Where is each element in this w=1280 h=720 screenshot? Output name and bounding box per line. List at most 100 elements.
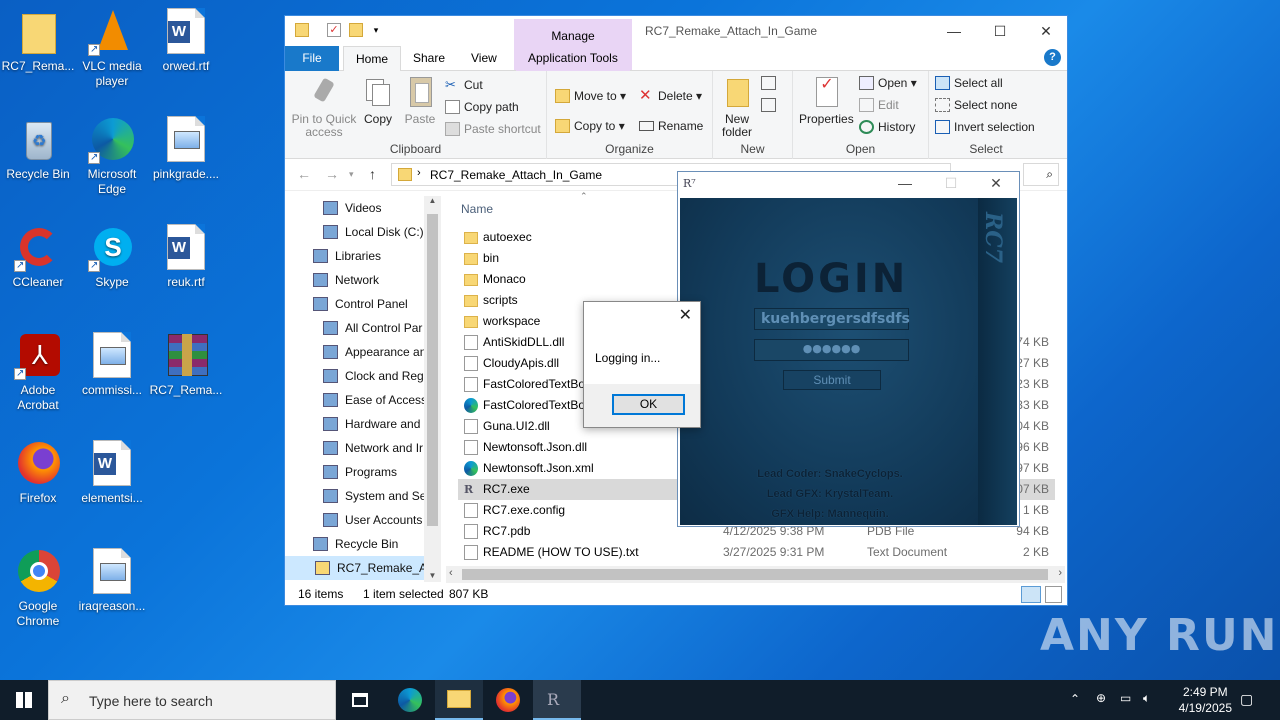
desktop-icon-pinkgrade[interactable]: pinkgrade.... (148, 116, 224, 182)
desktop-icon-ccleaner[interactable]: CCleaner (0, 224, 76, 290)
scroll-right-icon[interactable]: › (1058, 567, 1062, 579)
customize-quick-access-icon[interactable]: ▾ (369, 23, 383, 37)
nav-item[interactable]: Libraries (285, 244, 424, 268)
clock[interactable]: 2:49 PM 4/19/2025 (1179, 684, 1232, 716)
new-folder-quick-icon[interactable] (349, 23, 363, 37)
up-icon[interactable]: ↑ (369, 166, 376, 182)
tab-home[interactable]: Home (343, 46, 402, 71)
tray-app-icon[interactable]: ⊕ (1096, 691, 1106, 705)
network-icon[interactable]: ▭ (1120, 691, 1131, 705)
taskbar-edge[interactable] (386, 680, 434, 720)
tab-view[interactable]: View (459, 46, 509, 71)
show-hidden-icons[interactable]: ⌃ (1070, 692, 1080, 706)
back-icon[interactable]: ← (297, 166, 311, 182)
nav-item[interactable]: Videos (285, 196, 424, 220)
pin-to-quick-access-button[interactable]: Pin to Quick access (289, 75, 359, 139)
scroll-up-icon[interactable]: ▲ (424, 196, 441, 205)
taskbar-search-box[interactable]: ⌕ Type here to search (48, 680, 336, 720)
column-header-name[interactable]: Name (461, 202, 493, 216)
recent-locations-icon[interactable]: ▾ (349, 169, 354, 180)
invert-selection-button[interactable]: Invert selection (935, 117, 1035, 137)
taskbar-file-explorer[interactable] (435, 680, 483, 720)
maximize-button[interactable]: ☐ (977, 16, 1023, 46)
desktop-icon-skype[interactable]: S Skype (74, 224, 150, 290)
rc7-minimize-button[interactable]: — (890, 175, 920, 191)
submit-button[interactable]: Submit (783, 370, 881, 390)
close-button[interactable]: ✕ (1023, 16, 1069, 46)
desktop-icon-commissi[interactable]: commissi... (74, 332, 150, 398)
nav-item[interactable]: User Accounts (285, 508, 424, 532)
minimize-button[interactable]: — (931, 16, 977, 46)
open-button[interactable]: Open ▾ (859, 73, 917, 93)
edit-button[interactable]: Edit (859, 95, 899, 115)
desktop-icon-elementsi[interactable]: W elementsi... (74, 440, 150, 506)
large-icons-view-icon[interactable] (1045, 586, 1062, 603)
tab-application-tools[interactable]: Application Tools (516, 46, 630, 71)
nav-item[interactable]: Network (285, 268, 424, 292)
properties-button[interactable]: ✓ Properties (799, 75, 854, 126)
file-row[interactable]: README (HOW TO USE).txt 3/27/2025 9:31 PM… (458, 542, 1055, 563)
desktop-icon-orwed[interactable]: W orwed.rtf (148, 8, 224, 74)
nav-item[interactable]: Local Disk (C:) (285, 220, 424, 244)
paste-shortcut-button[interactable]: Paste shortcut (445, 119, 541, 139)
desktop-icon-rc7-folder[interactable]: RC7_Rema... (0, 8, 76, 74)
nav-scroll-thumb[interactable] (427, 214, 438, 526)
delete-button[interactable]: ✕ Delete ▾ (639, 86, 702, 106)
desktop-icon-microsoft-edge[interactable]: Microsoft Edge (74, 116, 150, 197)
cut-button-row[interactable]: ✂ Cut (445, 75, 483, 95)
copy-button[interactable]: Copy (361, 75, 395, 126)
tab-share[interactable]: Share (401, 46, 457, 71)
copy-to-button[interactable]: Copy to ▾ (555, 116, 625, 136)
desktop-icon-adobe-acrobat[interactable]: ⅄ Adobe Acrobat (0, 332, 76, 413)
select-all-button[interactable]: Select all (935, 73, 1003, 93)
rc7-close-button[interactable]: ✕ (981, 175, 1011, 192)
desktop-icon-vlc[interactable]: VLC media player (74, 8, 150, 89)
tab-file[interactable]: File (285, 46, 339, 71)
scroll-left-icon[interactable]: ‹ (449, 567, 453, 579)
nav-item[interactable]: Ease of Access (285, 388, 427, 412)
properties-quick-icon[interactable]: ✓ (327, 23, 341, 37)
move-to-button[interactable]: Move to ▾ (555, 86, 626, 106)
desktop-icon-firefox[interactable]: Firefox (0, 440, 76, 506)
nav-item[interactable]: Control Panel (285, 292, 424, 316)
paste-button[interactable]: Paste (401, 75, 439, 126)
taskbar-firefox[interactable] (484, 680, 532, 720)
notifications-icon[interactable]: ▢ (1240, 691, 1253, 708)
volume-icon[interactable]: 🔈︎ (1143, 691, 1150, 706)
nav-item[interactable]: Recycle Bin (285, 532, 424, 556)
search-input[interactable]: ⌕ (1023, 163, 1059, 186)
nav-item[interactable]: Hardware and (285, 412, 424, 436)
file-list-hscroll[interactable]: ‹ › (446, 566, 1065, 583)
desktop-icon-recycle-bin[interactable]: ♻ Recycle Bin (0, 116, 76, 182)
desktop-icon-google-chrome[interactable]: Google Chrome (0, 548, 76, 629)
nav-scrollbar[interactable]: ▲ ▼ (424, 196, 441, 582)
hscroll-thumb[interactable] (462, 569, 1048, 580)
scroll-down-icon[interactable]: ▼ (424, 571, 441, 580)
desktop-icon-iraqreason[interactable]: iraqreason... (74, 548, 150, 614)
help-icon[interactable]: ? (1044, 49, 1061, 66)
nav-item[interactable]: Programs (285, 460, 424, 484)
task-view-button[interactable] (336, 680, 384, 720)
dialog-close-button[interactable]: ✕ (679, 305, 692, 325)
forward-icon[interactable]: → (325, 166, 339, 182)
copy-path-button[interactable]: Copy path (445, 97, 519, 117)
nav-item[interactable]: Appearance an (285, 340, 426, 364)
ok-button[interactable]: OK (612, 394, 685, 415)
desktop-icon-rc7-archive[interactable]: RC7_Rema... (148, 332, 224, 398)
taskbar-rc7[interactable]: R (533, 680, 581, 720)
start-button[interactable] (0, 680, 48, 720)
details-view-icon[interactable] (1021, 586, 1041, 603)
nav-item[interactable]: RC7_Remake_At (285, 556, 430, 580)
history-button[interactable]: History (859, 117, 915, 137)
nav-item[interactable]: Network and Ir (285, 436, 424, 460)
new-item-button[interactable] (761, 73, 787, 93)
nav-item[interactable]: Clock and Regi (285, 364, 426, 388)
password-field[interactable]: ●●●●●● (754, 339, 909, 361)
nav-item[interactable]: All Control Par (285, 316, 424, 340)
select-none-button[interactable]: Select none (935, 95, 1017, 115)
rename-button[interactable]: Rename (639, 116, 703, 136)
desktop-icon-reuk[interactable]: W reuk.rtf (148, 224, 224, 290)
username-field[interactable]: kuehbergersdfsdfs (754, 308, 910, 330)
nav-item[interactable]: System and Se (285, 484, 426, 508)
easy-access-button[interactable] (761, 95, 787, 115)
